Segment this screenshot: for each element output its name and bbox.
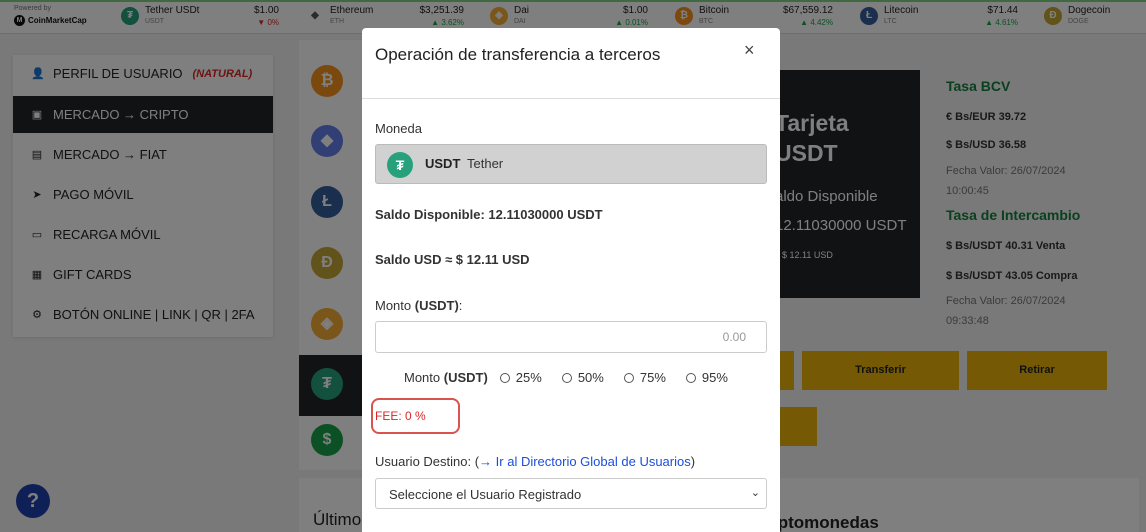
modal-divider xyxy=(362,98,780,99)
destination-label: Usuario Destino: (→ Ir al Directorio Glo… xyxy=(375,454,696,469)
transfer-modal: Operación de transferencia a terceros × … xyxy=(362,28,780,532)
currency-label: Moneda xyxy=(375,121,422,136)
percentage-selector: Monto (USDT) 25% 50% 75% 95% xyxy=(404,370,728,385)
percentage-label: Monto (USDT) xyxy=(404,370,488,385)
user-directory-link[interactable]: → Ir al Directorio Global de Usuarios xyxy=(479,454,691,469)
radio-95[interactable]: 95% xyxy=(685,370,728,385)
available-balance: Saldo Disponible: 12.11030000 USDT xyxy=(375,207,603,222)
radio-50[interactable]: 50% xyxy=(561,370,604,385)
amount-input[interactable]: 0.00 xyxy=(375,321,767,353)
modal-title: Operación de transferencia a terceros xyxy=(375,45,661,64)
tether-icon: ₮ xyxy=(387,152,413,178)
radio-75[interactable]: 75% xyxy=(623,370,666,385)
fee-label: FEE: 0 % xyxy=(375,409,426,423)
currency-display: ₮ USDT Tether xyxy=(375,144,767,184)
radio-25[interactable]: 25% xyxy=(499,370,542,385)
close-icon[interactable]: × xyxy=(744,40,755,61)
amount-label: Monto (USDT): xyxy=(375,298,463,313)
usd-balance: Saldo USD ≈ $ 12.11 USD xyxy=(375,252,530,267)
destination-user-select[interactable]: Seleccione el Usuario Registrado ⌄ xyxy=(375,478,767,509)
chevron-down-icon: ⌄ xyxy=(750,487,760,499)
